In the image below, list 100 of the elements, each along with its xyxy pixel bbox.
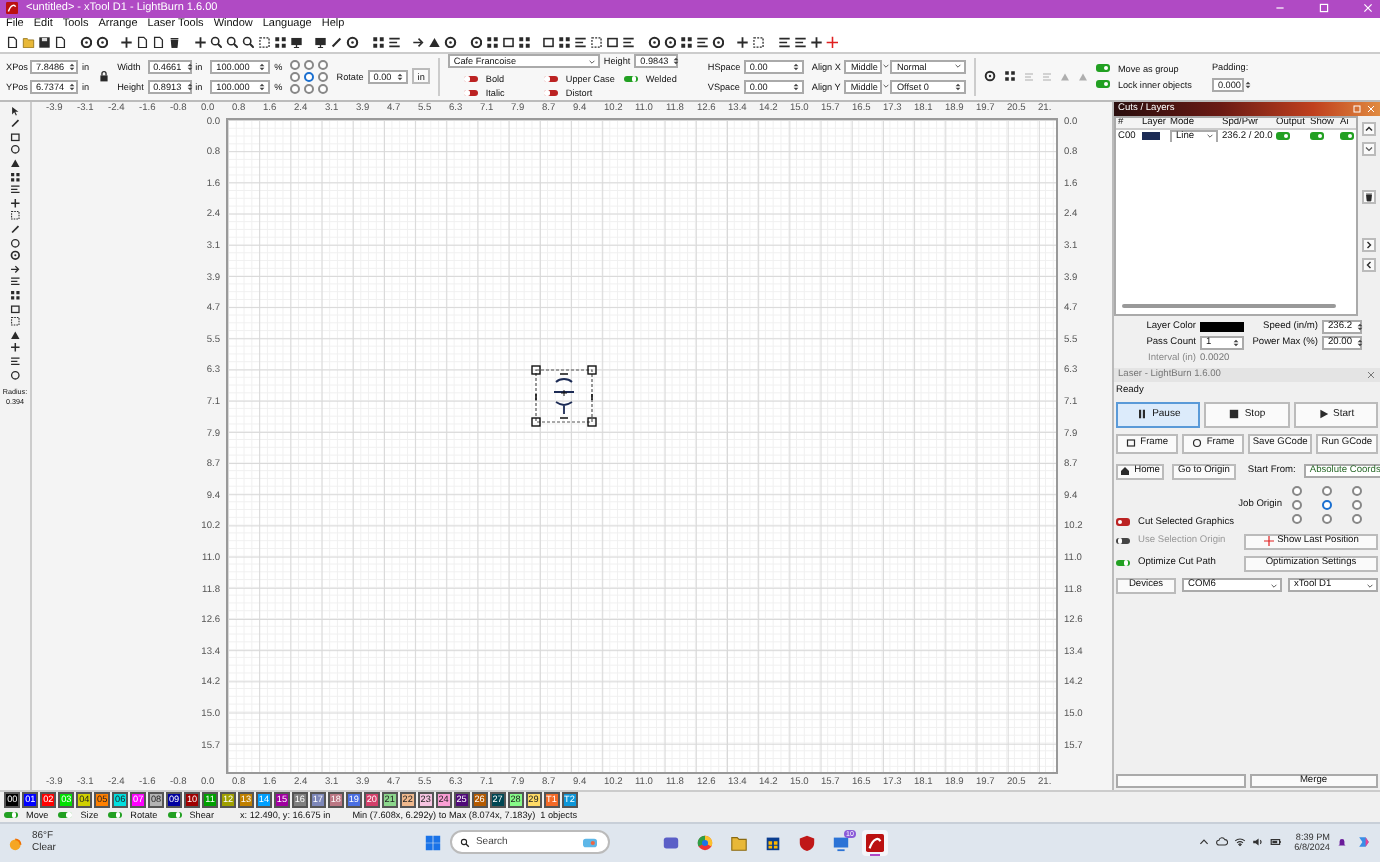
toggle-switch[interactable] — [463, 89, 478, 97]
toggle-switch[interactable] — [1095, 80, 1110, 88]
job-origin-radio[interactable] — [1352, 499, 1362, 510]
magnifier-icon[interactable] — [225, 35, 238, 49]
origin-radio[interactable] — [304, 59, 315, 70]
spin-arrows-icon[interactable] — [258, 61, 267, 72]
delete-button[interactable] — [1362, 189, 1376, 204]
crosshair-icon[interactable] — [120, 35, 133, 49]
battery-icon[interactable] — [1270, 836, 1283, 849]
gear-icon[interactable] — [346, 35, 359, 49]
toggle-switch[interactable] — [543, 75, 558, 83]
toggle-switch[interactable] — [58, 811, 73, 819]
job-origin-radio[interactable] — [1292, 513, 1302, 524]
toggle-switch[interactable] — [4, 811, 18, 819]
assistant-icon[interactable] — [1356, 834, 1372, 851]
origin-radio[interactable] — [304, 71, 315, 82]
spin-arrows-icon[interactable] — [185, 81, 194, 92]
toggle-switch[interactable] — [167, 811, 182, 819]
rectangle-icon[interactable] — [501, 35, 514, 49]
lines-icon[interactable] — [574, 35, 587, 49]
volume-icon[interactable] — [1252, 836, 1265, 849]
spin-arrows-icon[interactable] — [185, 61, 194, 72]
triangle-icon[interactable] — [428, 35, 441, 49]
wifi-icon[interactable] — [1234, 836, 1247, 849]
spin-arrows-icon[interactable] — [672, 56, 681, 67]
toggle-switch[interactable] — [1310, 132, 1324, 140]
lines-icon[interactable] — [622, 35, 635, 49]
toggle-switch[interactable] — [1095, 64, 1110, 72]
toggle-switch[interactable] — [543, 89, 558, 97]
minimize-icon[interactable] — [1274, 2, 1286, 15]
grid-icon[interactable] — [371, 35, 384, 49]
lines-icon[interactable] — [777, 35, 790, 49]
toggle-switch[interactable] — [1340, 132, 1354, 140]
grid-icon[interactable] — [558, 35, 571, 49]
lines-icon[interactable] — [9, 355, 21, 367]
gear-icon[interactable] — [983, 70, 996, 83]
lines-icon[interactable] — [793, 35, 806, 49]
pencil-icon[interactable] — [9, 118, 21, 130]
triangle-icon[interactable] — [9, 329, 21, 341]
magnifier-icon[interactable] — [241, 35, 254, 49]
maximize-icon[interactable] — [1318, 2, 1330, 15]
caret-icon[interactable] — [587, 57, 596, 66]
horizontal-scrollbar[interactable] — [1122, 303, 1336, 308]
grid-icon[interactable] — [9, 171, 21, 182]
origin-radio[interactable] — [290, 83, 301, 94]
arrow-icon[interactable] — [412, 35, 425, 49]
layer-color-swatch[interactable] — [1200, 321, 1244, 332]
spin-arrows-icon[interactable] — [791, 81, 800, 92]
rectangle-icon[interactable] — [9, 131, 21, 143]
bell-icon[interactable] — [1336, 836, 1348, 849]
spin-arrows-icon[interactable] — [1244, 79, 1253, 90]
caret-icon[interactable] — [881, 82, 890, 91]
toggle-switch[interactable] — [1116, 518, 1130, 526]
spin-arrows-icon[interactable] — [954, 81, 963, 92]
lines-icon[interactable] — [9, 276, 21, 288]
move-down-button[interactable] — [1362, 141, 1376, 156]
spin-arrows-icon[interactable] — [395, 71, 404, 82]
lock-icon[interactable] — [97, 70, 110, 83]
circle-icon[interactable] — [9, 369, 21, 380]
origin-radio[interactable] — [318, 71, 329, 82]
gear-icon[interactable] — [9, 250, 21, 261]
float-icon[interactable] — [1352, 103, 1362, 114]
caret-icon[interactable] — [1206, 132, 1214, 141]
spin-arrows-icon[interactable] — [1356, 321, 1365, 332]
toggle-switch[interactable] — [1276, 132, 1290, 140]
caret-icon[interactable] — [954, 62, 963, 71]
document-icon[interactable] — [6, 35, 19, 49]
document-icon[interactable] — [54, 35, 67, 49]
origin-radio[interactable] — [318, 83, 329, 94]
origin-radio[interactable] — [290, 59, 301, 70]
move-left-button[interactable] — [1362, 257, 1376, 272]
grid-icon[interactable] — [485, 35, 498, 49]
lines-icon[interactable] — [695, 35, 708, 49]
monitor-icon[interactable] — [314, 35, 327, 49]
toggle-switch[interactable] — [108, 811, 123, 819]
caret-icon[interactable] — [1270, 581, 1278, 590]
pointer-icon[interactable] — [9, 105, 21, 116]
spin-arrows-icon[interactable] — [1356, 338, 1365, 349]
origin-radio[interactable] — [304, 83, 315, 94]
monitor-icon[interactable] — [289, 35, 302, 49]
rectangle-icon[interactable] — [606, 35, 619, 49]
spin-arrows-icon[interactable] — [791, 61, 800, 72]
crosshair-icon[interactable] — [193, 35, 206, 49]
spin-arrows-icon[interactable] — [1232, 338, 1240, 349]
job-origin-radio[interactable] — [1352, 513, 1362, 524]
grid-icon[interactable] — [517, 35, 530, 49]
triangle-icon[interactable] — [9, 158, 21, 169]
job-origin-radio[interactable] — [1322, 513, 1332, 524]
job-origin-radio[interactable] — [1352, 485, 1362, 496]
grid-icon[interactable] — [9, 289, 21, 301]
crosshair-icon[interactable] — [809, 35, 822, 49]
origin-radio[interactable] — [318, 59, 329, 70]
spin-arrows-icon[interactable] — [68, 81, 77, 92]
circle-icon[interactable] — [9, 144, 21, 156]
caret-icon[interactable] — [881, 62, 890, 71]
start-button-icon[interactable] — [423, 833, 442, 852]
arrow-icon[interactable] — [9, 263, 21, 275]
cloud-icon[interactable] — [1216, 836, 1229, 849]
dashed-square-icon[interactable] — [257, 35, 270, 49]
magnifier-icon[interactable] — [209, 35, 222, 49]
